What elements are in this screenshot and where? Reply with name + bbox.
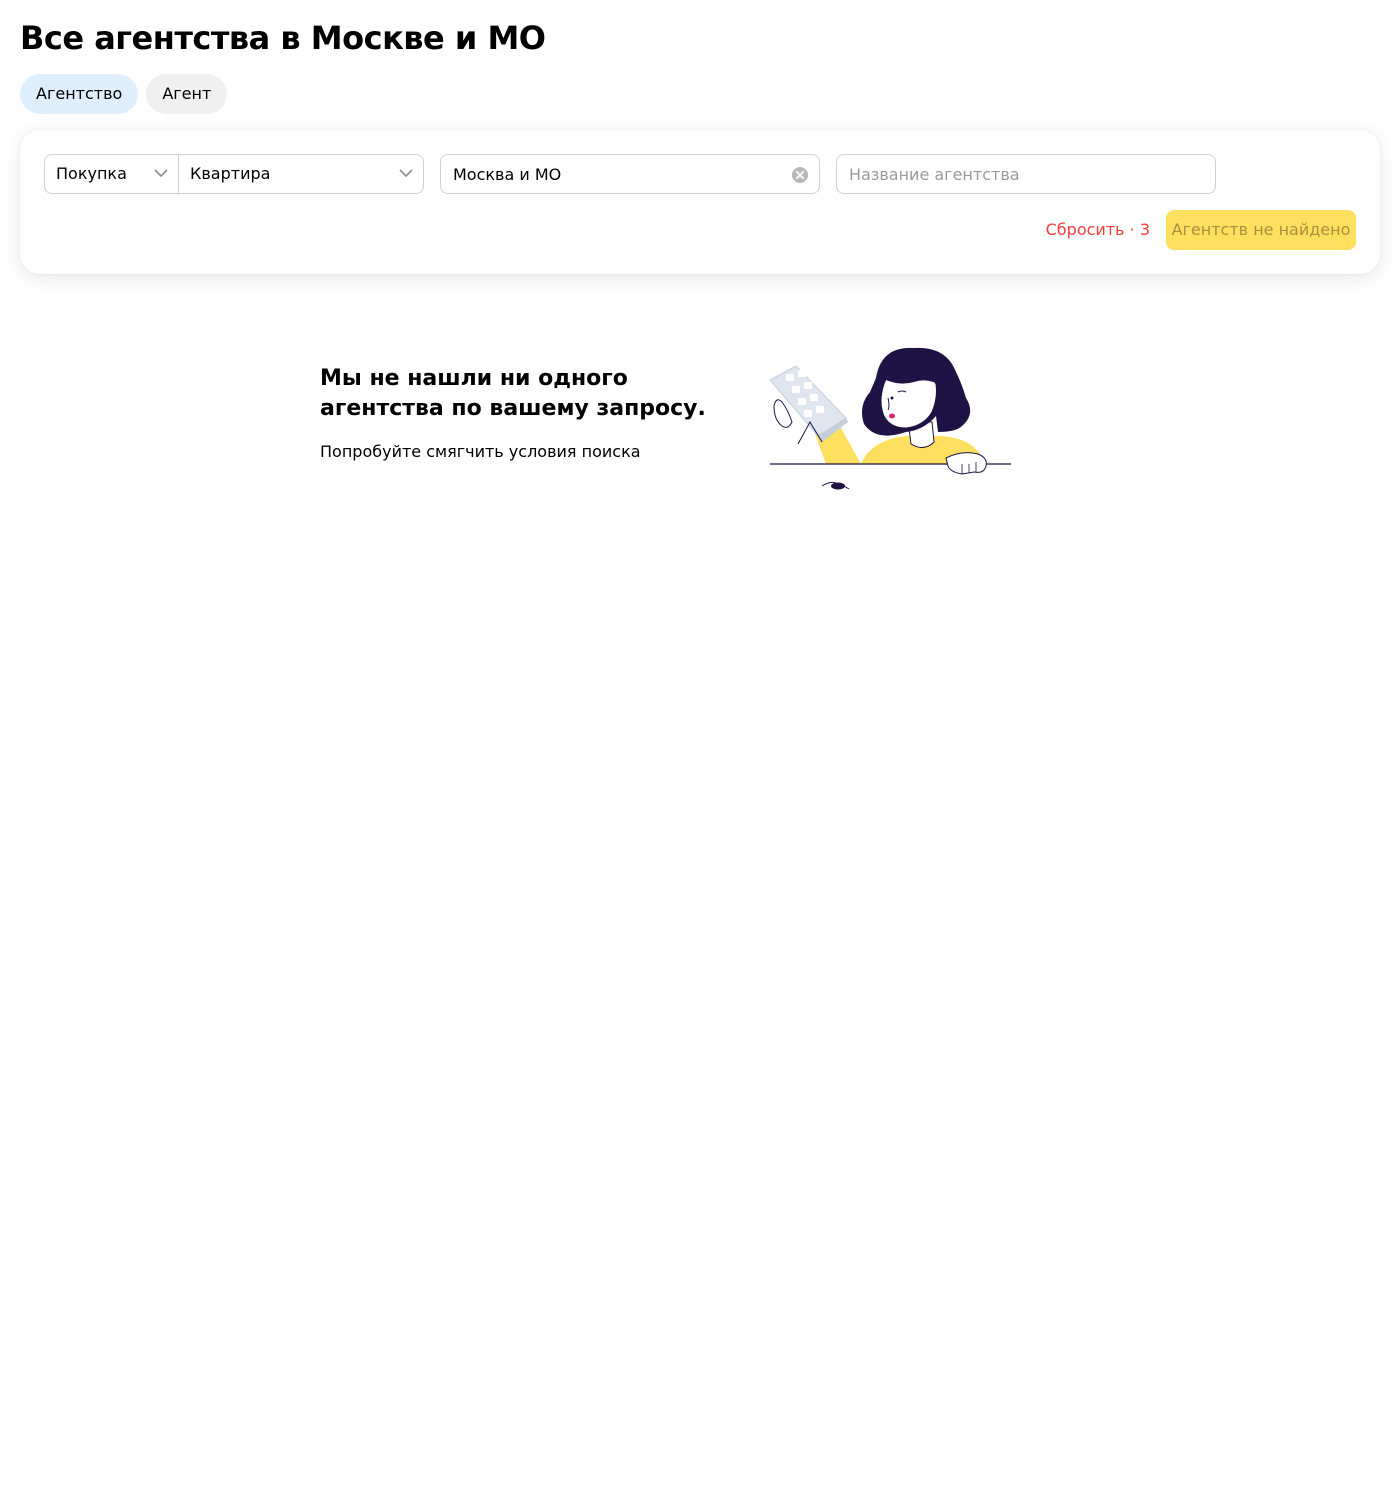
deal-type-value: Покупка <box>56 164 127 183</box>
show-results-button[interactable]: Агентств не найдено <box>1166 210 1356 250</box>
property-type-select[interactable]: Квартира <box>179 155 423 193</box>
chevron-down-icon <box>399 169 413 178</box>
select-group: Покупка Квартира <box>44 154 424 194</box>
reset-filters-link[interactable]: Сбросить · 3 <box>1046 210 1150 250</box>
chevron-down-icon <box>154 169 168 178</box>
tab-agency[interactable]: Агентство <box>20 74 139 114</box>
empty-state-text: Попробуйте смягчить условия поиска <box>320 442 641 461</box>
tab-agent[interactable]: Агент <box>146 74 228 114</box>
filters-panel: Покупка Квартира Сбросить · 3 Агентств н… <box>20 130 1380 274</box>
agency-name-field <box>836 154 1216 194</box>
empty-state-title: Мы не нашли ни одного агентства по вашем… <box>320 366 706 421</box>
search-type-tabs: Агентство Агент <box>20 74 228 114</box>
property-type-value: Квартира <box>190 164 271 183</box>
agency-name-input[interactable] <box>837 155 1213 193</box>
page-title: Все агентства в Москве и МО <box>20 19 546 57</box>
deal-type-select[interactable]: Покупка <box>45 155 179 193</box>
region-field <box>440 154 820 194</box>
clear-circle-icon[interactable] <box>791 166 809 184</box>
region-input[interactable] <box>441 155 761 193</box>
woman-holding-building-illustration <box>769 347 1011 490</box>
